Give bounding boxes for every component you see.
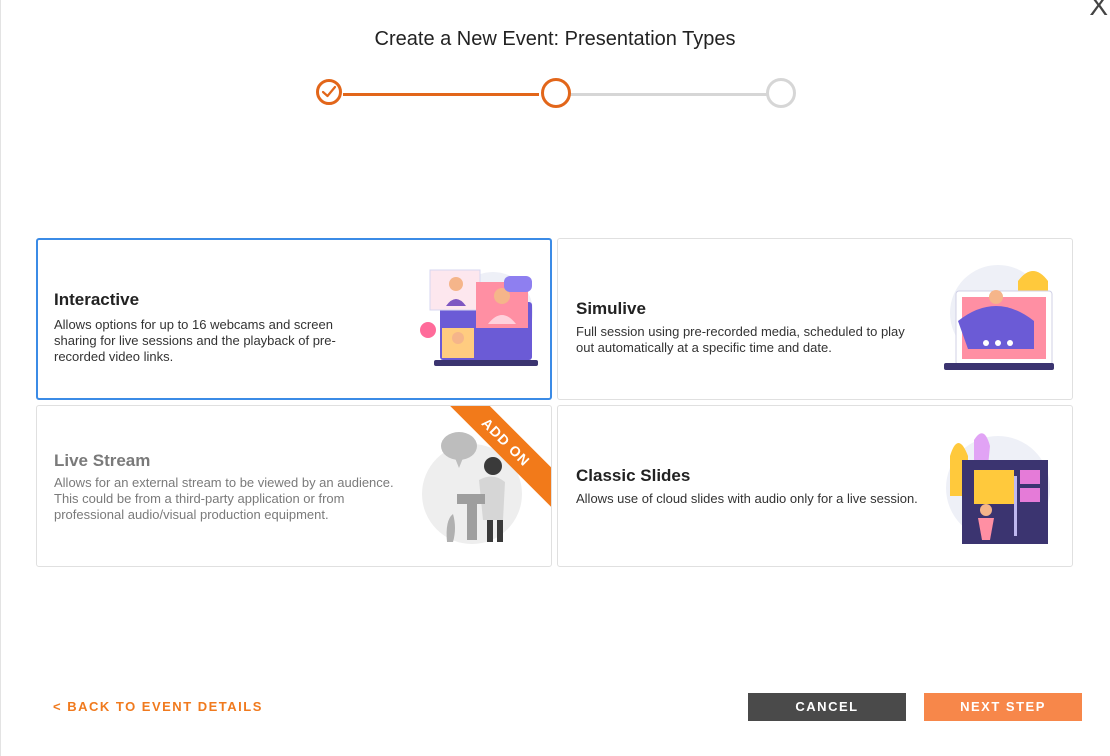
card-title: Live Stream	[54, 451, 151, 470]
presentation-type-interactive[interactable]: Interactive Allows options for up to 16 …	[36, 238, 552, 400]
dialog-title: Create a New Event: Presentation Types	[374, 28, 736, 50]
presentation-type-live-stream[interactable]: Live Stream Allows for an external strea…	[36, 405, 552, 567]
card-description: Allows use of cloud slides with audio on…	[576, 491, 918, 506]
close-icon[interactable]: X	[1089, 0, 1108, 20]
step-3-upcoming	[766, 78, 796, 108]
stepper-line-upcoming	[570, 93, 767, 96]
card-title: Simulive	[576, 299, 646, 318]
presentation-type-simulive[interactable]: Simulive Full session using pre-recorded…	[557, 238, 1073, 400]
card-title: Classic Slides	[576, 466, 691, 485]
card-title: Interactive	[54, 290, 140, 309]
step-1-complete	[316, 79, 342, 105]
next-step-button[interactable]: NEXT STEP	[924, 693, 1082, 721]
checkmark-icon	[321, 85, 337, 98]
slides-board-illustration	[946, 433, 1050, 544]
webcam-meeting-illustration	[420, 269, 538, 366]
progress-stepper	[313, 78, 797, 112]
stepper-line-complete	[343, 93, 539, 96]
back-to-event-details-link[interactable]: < BACK TO EVENT DETAILS	[53, 699, 263, 714]
cancel-button[interactable]: CANCEL	[748, 693, 906, 721]
presentation-type-classic-slides[interactable]: Classic Slides Allows use of cloud slide…	[557, 405, 1073, 567]
presenter-laptop-illustration	[944, 265, 1054, 370]
card-description: Allows options for up to 16 webcams and …	[54, 317, 336, 364]
card-description: Full session using pre-recorded media, s…	[576, 324, 905, 355]
step-2-current	[541, 78, 571, 108]
card-description: Allows for an external stream to be view…	[54, 475, 394, 522]
